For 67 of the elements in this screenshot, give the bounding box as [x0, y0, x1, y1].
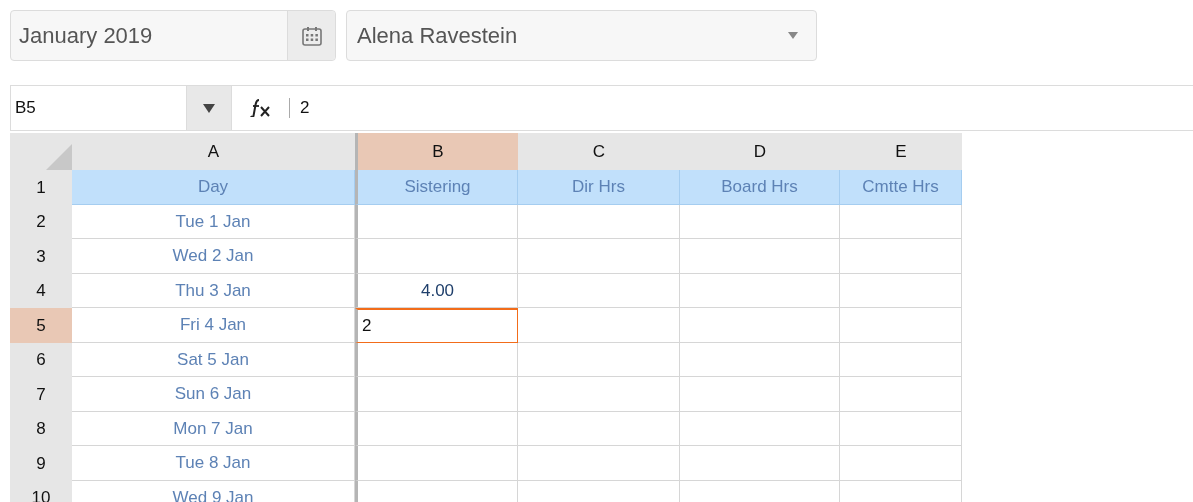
column-header[interactable]: D	[680, 133, 840, 170]
table-cell[interactable]	[355, 204, 518, 239]
table-cell[interactable]	[518, 204, 680, 239]
table-cell[interactable]	[840, 377, 962, 412]
table-cell[interactable]	[840, 308, 962, 343]
table-cell[interactable]	[840, 239, 962, 274]
table-cell[interactable]	[518, 308, 680, 343]
row-header[interactable]: 5	[10, 308, 72, 343]
table-cell[interactable]	[680, 377, 840, 412]
table-cell[interactable]	[840, 204, 962, 239]
table-cell[interactable]	[680, 446, 840, 481]
row-header[interactable]: 3	[10, 239, 72, 274]
table-cell[interactable]: Fri 4 Jan	[72, 308, 355, 343]
table-cell[interactable]: Thu 3 Jan	[72, 273, 355, 308]
calendar-icon	[301, 25, 322, 46]
table-cell[interactable]	[518, 377, 680, 412]
table-cell[interactable]	[840, 273, 962, 308]
table-cell[interactable]	[680, 239, 840, 274]
table-cell[interactable]	[840, 411, 962, 446]
table-cell[interactable]	[355, 411, 518, 446]
row-header[interactable]: 8	[10, 411, 72, 446]
table-cell[interactable]	[518, 239, 680, 274]
row-header[interactable]: 9	[10, 446, 72, 481]
row-header[interactable]: 1	[10, 170, 72, 205]
table-cell[interactable]: Mon 7 Jan	[72, 411, 355, 446]
table-cell[interactable]: Sun 6 Jan	[72, 377, 355, 412]
column-header[interactable]: C	[518, 133, 680, 170]
table-cell[interactable]	[840, 342, 962, 377]
table-cell[interactable]	[840, 446, 962, 481]
table-cell[interactable]	[518, 411, 680, 446]
table-cell[interactable]	[518, 342, 680, 377]
table-cell[interactable]: 2	[355, 308, 518, 343]
dropdown-arrow-icon	[788, 32, 798, 39]
month-picker[interactable]: January 2019	[10, 10, 336, 61]
table-cell[interactable]	[355, 239, 518, 274]
person-value: Alena Ravestein	[356, 22, 519, 50]
table-cell[interactable]	[355, 446, 518, 481]
person-dropdown[interactable]: Alena Ravestein	[346, 10, 817, 61]
table-cell[interactable]	[680, 342, 840, 377]
row-header[interactable]: 6	[10, 342, 72, 377]
table-cell[interactable]	[680, 411, 840, 446]
calendar-button[interactable]	[287, 11, 335, 60]
row-header[interactable]: 2	[10, 204, 72, 239]
cell-name-dropdown[interactable]	[186, 86, 231, 130]
function-icon	[250, 99, 272, 117]
corner-triangle-icon	[46, 144, 72, 170]
table-cell[interactable]	[680, 308, 840, 343]
column-header[interactable]: B	[355, 133, 518, 170]
select-all-corner[interactable]	[10, 133, 72, 170]
table-cell[interactable]	[355, 377, 518, 412]
formula-input[interactable]: 2	[300, 95, 310, 121]
table-cell[interactable]: Tue 1 Jan	[72, 204, 355, 239]
table-cell[interactable]: Sat 5 Jan	[72, 342, 355, 377]
column-header[interactable]: E	[840, 133, 962, 170]
table-cell[interactable]	[518, 446, 680, 481]
table-cell[interactable]: Wed 2 Jan	[72, 239, 355, 274]
column-header[interactable]: A	[72, 133, 355, 170]
table-cell[interactable]	[518, 273, 680, 308]
table-cell[interactable]	[680, 204, 840, 239]
row-header[interactable]: 7	[10, 377, 72, 412]
table-cell[interactable]: 4.00	[355, 273, 518, 308]
table-cell[interactable]	[680, 273, 840, 308]
table-cell[interactable]	[355, 342, 518, 377]
row-header[interactable]: 4	[10, 273, 72, 308]
table-cell[interactable]: Tue 8 Jan	[72, 446, 355, 481]
month-value: January 2019	[18, 22, 154, 50]
dropdown-arrow-icon	[203, 103, 215, 113]
